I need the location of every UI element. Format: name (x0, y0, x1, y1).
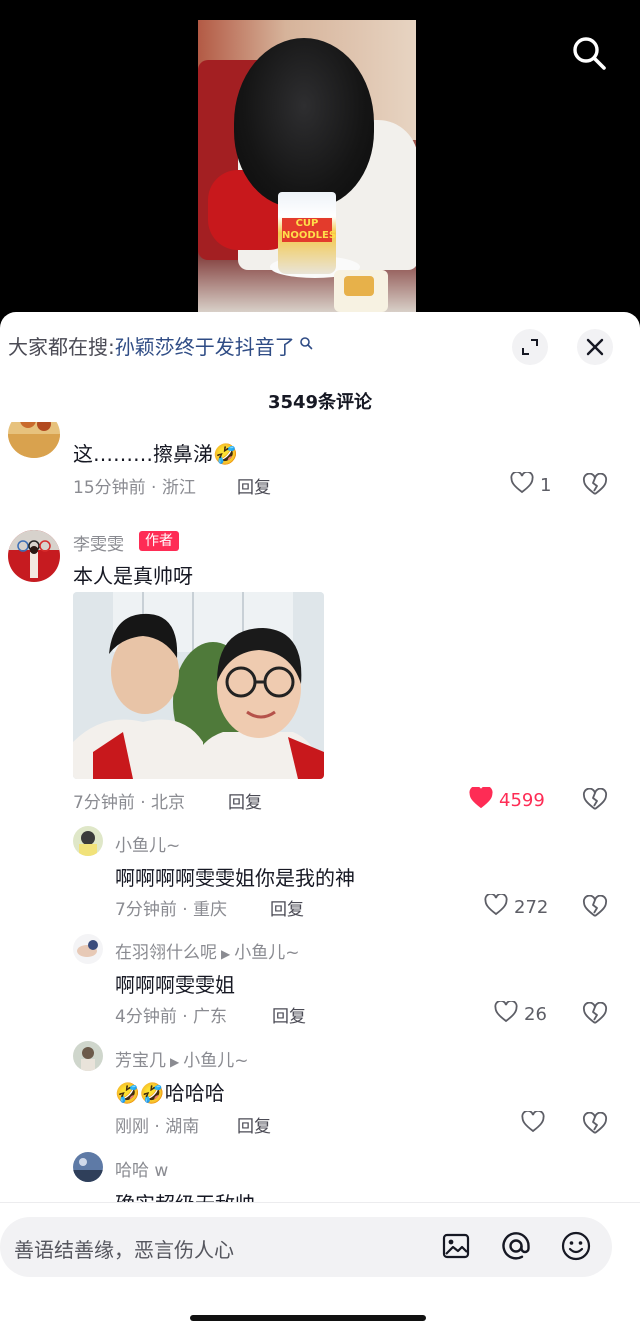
avatar[interactable] (73, 1152, 103, 1182)
broken-heart-icon[interactable] (582, 1111, 608, 1136)
image-icon[interactable] (440, 1230, 472, 1262)
like-count: 4599 (499, 790, 545, 811)
reply-username[interactable]: 小鱼儿~ (115, 831, 180, 856)
comment-meta: 7分钟前 · 北京 (73, 793, 186, 813)
comment-text: 这………擦鼻涕🤣 (73, 442, 238, 466)
avatar[interactable] (73, 934, 103, 964)
reply-button[interactable]: 回复 (237, 473, 271, 498)
like-button[interactable]: 272 (484, 892, 549, 921)
reply-button[interactable]: 回复 (228, 788, 262, 813)
reply-text: 啊啊啊啊雯雯姐你是我的神 (115, 866, 355, 890)
avatar[interactable] (8, 530, 60, 582)
trending-link[interactable]: 孙颖莎终于发抖音了 (115, 335, 295, 359)
at-icon[interactable] (500, 1230, 532, 1262)
reply-arrow-icon: ▶ (170, 1055, 180, 1069)
reply-username[interactable]: 芳宝几 ▶ 小鱼儿~ (115, 1046, 248, 1071)
avatar[interactable] (8, 422, 60, 458)
heart-filled-icon (469, 785, 493, 814)
reply-username[interactable]: 在羽翎什么呢 ▶ 小鱼儿~ (115, 938, 299, 963)
comment-list[interactable]: 这………擦鼻涕🤣 15分钟前 · 浙江 回复 1 李雯雯 作者 本人是真帅呀 7… (0, 422, 640, 1202)
heart-icon (510, 470, 534, 499)
close-icon[interactable] (577, 329, 613, 365)
avatar[interactable] (73, 1041, 103, 1071)
home-indicator (190, 1315, 426, 1321)
heart-icon (494, 999, 518, 1028)
emoji-icon[interactable] (560, 1230, 592, 1262)
like-button[interactable]: 1 (510, 470, 552, 499)
comment-count-title: 3549条评论 (267, 392, 373, 413)
video-frame[interactable]: CUP NOODLES (198, 20, 416, 312)
comment-input-bar: 善语结善缘，恶言伤人心 (0, 1202, 640, 1321)
broken-heart-icon[interactable] (582, 787, 608, 812)
search-icon[interactable] (570, 34, 608, 72)
like-count: 272 (514, 897, 549, 918)
comment-username[interactable]: 李雯雯 (73, 530, 124, 555)
reply-button[interactable]: 回复 (270, 895, 304, 920)
video-cup-label: CUP NOODLES (282, 218, 337, 242)
reply-button[interactable]: 回复 (237, 1112, 271, 1137)
avatar[interactable] (73, 826, 103, 856)
broken-heart-icon[interactable] (582, 472, 608, 497)
reply-button[interactable]: 回复 (272, 1002, 306, 1027)
comment-photo[interactable] (73, 592, 324, 779)
reply-to-user[interactable]: 小鱼儿~ (183, 1051, 248, 1071)
trending-prefix: 大家都在搜: (8, 335, 115, 359)
reply-username[interactable]: 哈哈 w (115, 1156, 168, 1181)
comment-input-placeholder: 善语结善缘，恶言伤人心 (14, 1238, 234, 1262)
reply-text: 确实超级无敌帅 (115, 1188, 255, 1202)
trending-search[interactable]: 大家都在搜:孙颖莎终于发抖音了 (8, 332, 313, 362)
reply-text: 啊啊啊雯雯姐 (115, 973, 235, 997)
broken-heart-icon[interactable] (582, 1001, 608, 1026)
like-button[interactable]: 26 (494, 999, 547, 1028)
comment-sheet: 大家都在搜:孙颖莎终于发抖音了 3549条评论 这………擦鼻涕🤣 15分钟前 ·… (0, 312, 640, 1321)
comment-meta: 15分钟前 · 浙江 (73, 478, 196, 498)
broken-heart-icon[interactable] (582, 894, 608, 919)
like-button[interactable] (521, 1109, 551, 1138)
collapse-icon[interactable] (512, 329, 548, 365)
heart-icon (484, 892, 508, 921)
like-count: 26 (524, 1004, 547, 1025)
video-area[interactable]: CUP NOODLES (0, 0, 640, 312)
author-badge: 作者 (139, 531, 179, 551)
video-person-head (234, 38, 374, 208)
comment-text: 本人是真帅呀 (73, 564, 193, 588)
reply-meta: 7分钟前 · 重庆 (115, 900, 228, 920)
heart-icon (521, 1109, 545, 1138)
reply-author[interactable]: 芳宝几 (115, 1051, 166, 1071)
like-count: 1 (540, 475, 552, 496)
reply-to-user[interactable]: 小鱼儿~ (234, 943, 299, 963)
video-snack (344, 276, 374, 296)
reply-meta: 刚刚 · 湖南 (115, 1117, 200, 1137)
reply-text: 🤣🤣哈哈哈 (115, 1081, 225, 1105)
reply-author[interactable]: 在羽翎什么呢 (115, 943, 217, 963)
search-mini-icon (295, 337, 313, 354)
comment-input[interactable]: 善语结善缘，恶言伤人心 (0, 1217, 612, 1277)
reply-arrow-icon: ▶ (221, 947, 231, 961)
reply-meta: 4分钟前 · 广东 (115, 1007, 228, 1027)
like-button[interactable]: 4599 (469, 785, 545, 814)
